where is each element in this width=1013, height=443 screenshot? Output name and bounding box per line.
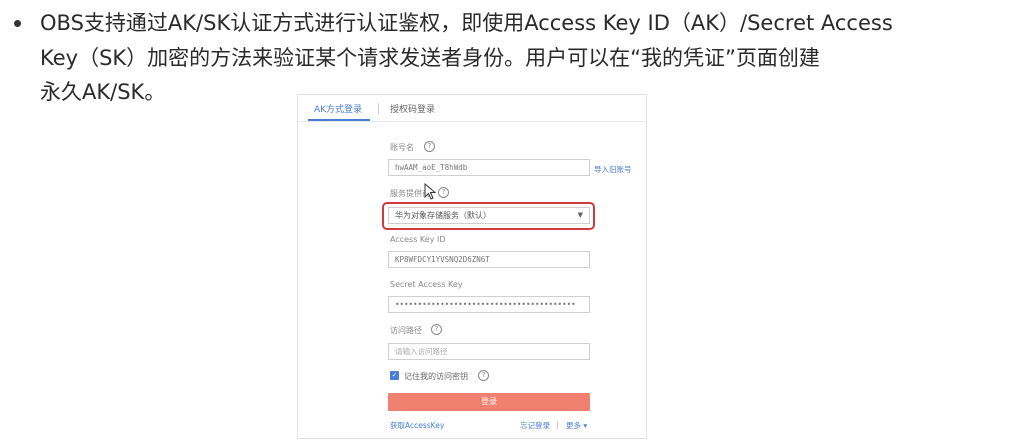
forget-login-link[interactable]: 忘记登录 xyxy=(520,420,550,431)
access-key-id-input[interactable]: KP8WFDCY1YVSNQ2D6ZN6T xyxy=(388,251,590,268)
tab-divider xyxy=(378,103,379,114)
mouse-cursor-icon xyxy=(424,183,437,200)
help-icon[interactable]: ? xyxy=(424,141,435,152)
service-provider-value: 华为对象存储服务（默认） xyxy=(395,211,491,220)
bullet-point xyxy=(14,20,21,27)
access-path-label: 访问路径 xyxy=(390,326,422,335)
footer-divider: | xyxy=(556,420,559,429)
caret-down-icon: ▼ xyxy=(577,211,583,219)
access-path-input[interactable]: 请输入访问路径 xyxy=(388,343,590,360)
login-button[interactable]: 登录 xyxy=(388,393,590,411)
tab-ak-login[interactable]: AK方式登录 xyxy=(314,102,362,115)
secret-access-key-input[interactable]: •••••••••••••••••••••••••••••••••••••••• xyxy=(388,296,590,313)
remember-label: 记住我的访问密钥 xyxy=(404,372,468,381)
more-menu-link[interactable]: 更多 ▾ xyxy=(566,420,587,431)
secret-access-key-label: Secret Access Key xyxy=(390,280,463,289)
get-accesskey-link[interactable]: 获取AccessKey xyxy=(390,420,444,431)
service-provider-select[interactable]: 华为对象存储服务（默认） ▼ xyxy=(388,207,590,224)
help-icon[interactable]: ? xyxy=(438,187,449,198)
account-label: 账号名 xyxy=(390,143,414,152)
account-input[interactable]: hwAAM_aoE_T8hWdb xyxy=(388,159,590,176)
login-card-screenshot: AK方式登录 授权码登录 账号名 ? hwAAM_aoE_T8hWdb 导入旧账… xyxy=(297,94,647,439)
remember-checkbox[interactable]: ✓ xyxy=(390,371,399,380)
login-tabs: AK方式登录 授权码登录 xyxy=(298,95,646,122)
import-account-link[interactable]: 导入旧账号 xyxy=(594,164,632,175)
paragraph-line-1: OBS支持通过AK/SK认证方式进行认证鉴权，即使用Access Key ID（… xyxy=(40,11,893,35)
access-key-id-label: Access Key ID xyxy=(390,235,446,244)
tab-auth-code-login[interactable]: 授权码登录 xyxy=(390,102,435,115)
active-tab-indicator xyxy=(308,119,370,121)
paragraph-line-2: Key（SK）加密的方法来验证某个请求发送者身份。用户可以在“我的凭证”页面创建 xyxy=(40,45,820,70)
help-icon[interactable]: ? xyxy=(431,324,442,335)
help-icon[interactable]: ? xyxy=(478,370,489,381)
